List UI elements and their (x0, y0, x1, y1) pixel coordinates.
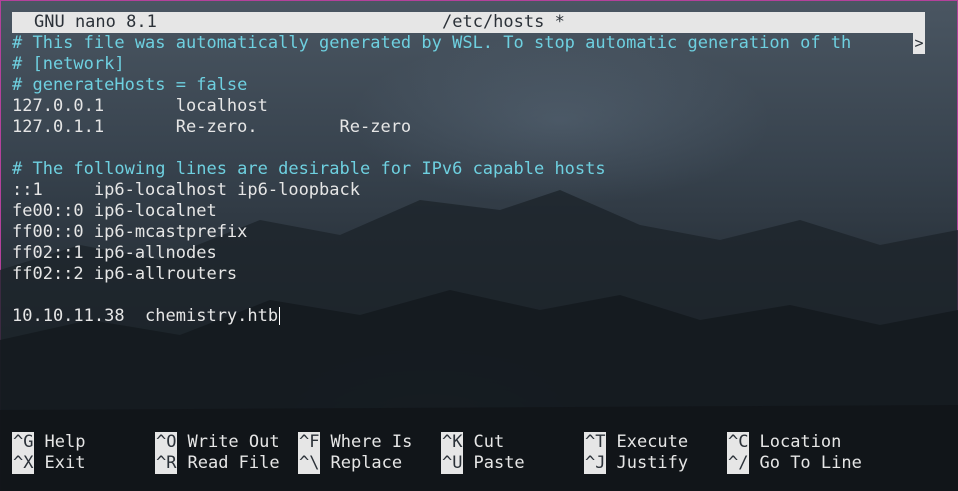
shortcut-key: ^/ (727, 453, 750, 474)
editor-line[interactable]: 127.0.1.1 Re-zero. Re-zero (12, 117, 411, 138)
shortcut-key: ^J (584, 453, 607, 474)
shortcut-key: ^U (441, 453, 464, 474)
editor-line[interactable]: ::1 ip6-localhost ip6-loopback (12, 180, 360, 201)
shortcut-key: ^\ (298, 453, 321, 474)
shortcut-cut[interactable]: ^K Cut (441, 432, 504, 453)
shortcut-paste[interactable]: ^U Paste (441, 453, 525, 474)
shortcut-label: Go To Line (759, 453, 862, 473)
shortcut-key: ^C (727, 432, 750, 453)
shortcut-key: ^F (298, 432, 321, 453)
nano-title-bar: GNU nano 8.1 /etc/hosts * (12, 12, 925, 33)
shortcut-replace[interactable]: ^\ Replace (298, 453, 402, 474)
shortcut-label: Cut (473, 432, 505, 452)
shortcut-key: ^T (584, 432, 607, 453)
shortcut-justify[interactable]: ^J Justify (584, 453, 688, 474)
editor-line[interactable]: ff00::0 ip6-mcastprefix (12, 222, 247, 243)
shortcut-label: Location (759, 432, 842, 452)
shortcut-label: Justify (616, 453, 689, 473)
shortcut-key: ^O (155, 432, 178, 453)
shortcut-key: ^G (12, 432, 35, 453)
shortcut-label: Replace (330, 453, 403, 473)
editor-line[interactable]: ff02::2 ip6-allrouters (12, 264, 237, 285)
editor-line[interactable]: # generateHosts = false (12, 75, 247, 96)
file-name: /etc/hosts * (442, 12, 565, 32)
editor-line[interactable]: # [network] (12, 54, 125, 75)
shortcut-execute[interactable]: ^T Execute (584, 432, 688, 453)
editor-line[interactable]: # The following lines are desirable for … (12, 159, 606, 180)
shortcut-where-is[interactable]: ^F Where Is (298, 432, 412, 453)
shortcut-go-to-line[interactable]: ^/ Go To Line (727, 453, 862, 474)
editor-line[interactable]: fe00::0 ip6-localnet (12, 201, 217, 222)
shortcut-label: Execute (616, 432, 689, 452)
shortcut-write-out[interactable]: ^O Write Out (155, 432, 280, 453)
shortcut-key: ^X (12, 453, 35, 474)
shortcut-location[interactable]: ^C Location (727, 432, 841, 453)
editor-line[interactable]: 127.0.0.1 localhost (12, 96, 268, 117)
app-name: GNU nano 8.1 (34, 12, 157, 32)
shortcut-label: Write Out (187, 432, 280, 452)
shortcut-label: Help (44, 432, 86, 452)
line-overflow-indicator: > (913, 33, 925, 54)
shortcut-label: Where Is (330, 432, 413, 452)
editor-line[interactable]: # This file was automatically generated … (12, 33, 851, 54)
shortcut-key: ^K (441, 432, 464, 453)
shortcut-label: Exit (44, 453, 86, 473)
shortcut-label: Read File (187, 453, 280, 473)
text-cursor (279, 307, 281, 325)
shortcut-exit[interactable]: ^X Exit (12, 453, 85, 474)
shortcut-key: ^R (155, 453, 178, 474)
shortcut-label: Paste (473, 453, 525, 473)
shortcut-read-file[interactable]: ^R Read File (155, 453, 280, 474)
editor-line[interactable]: ff02::1 ip6-allnodes (12, 243, 217, 264)
editor-line-current[interactable]: 10.10.11.38 chemistry.htb (12, 306, 281, 327)
current-line-text[interactable]: 10.10.11.38 chemistry.htb (12, 306, 278, 326)
shortcut-help[interactable]: ^G Help (12, 432, 85, 453)
